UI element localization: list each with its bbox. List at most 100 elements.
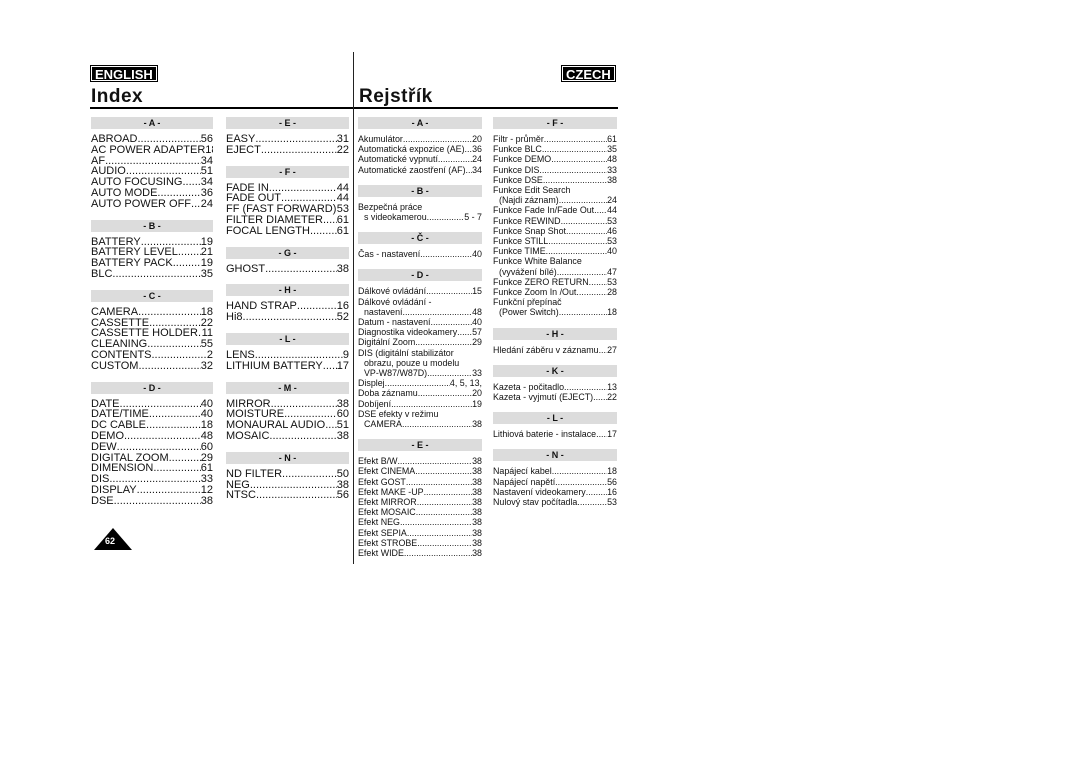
entry-label: Funkce DIS bbox=[493, 164, 540, 175]
entry-label: Funkce Fade In/Fade Out bbox=[493, 205, 595, 216]
entry-label: FILTER DIAMETER bbox=[226, 214, 323, 226]
index-section: - L - Lithiová baterie - instalace 17 bbox=[493, 412, 617, 439]
entry-page: 17 bbox=[607, 429, 617, 440]
entry-page: 56 bbox=[200, 134, 213, 145]
entry-label: Funkce Zoom In /Out bbox=[493, 287, 577, 298]
dot-leader bbox=[466, 165, 473, 175]
entry-page: 38 bbox=[472, 476, 482, 487]
entry-label: DEW bbox=[91, 441, 117, 453]
index-entry: Akumulátor 20 bbox=[358, 134, 482, 144]
dot-leader bbox=[566, 226, 607, 236]
index-section: - K -Kazeta - počitadlo13Kazeta - vyjmut… bbox=[493, 364, 617, 402]
entry-page: 40 bbox=[200, 409, 213, 421]
entry-page: 50 bbox=[336, 468, 349, 480]
index-entry: Displej 4, 5, 13, bbox=[358, 378, 482, 388]
section-letter-header: - B - bbox=[358, 184, 482, 197]
index-entry: MONAURAL AUDIO 51 bbox=[226, 420, 349, 431]
index-entry: BATTERY 19 bbox=[91, 237, 213, 248]
page-number-badge: 62 bbox=[94, 528, 132, 550]
index-entry: DIGITAL ZOOM 29 bbox=[91, 453, 213, 464]
index-entry: Diagnostika videokamery 57 bbox=[358, 327, 482, 337]
czech-index-title: Rejstřík bbox=[359, 86, 433, 107]
dot-leader bbox=[596, 429, 607, 439]
entry-page: 18 bbox=[607, 466, 617, 477]
entry-label: AC POWER ADAPTER bbox=[91, 144, 206, 156]
index-entry: ABROAD 56 bbox=[91, 134, 213, 145]
entry-page: 38 bbox=[472, 466, 482, 477]
entry-page: 38 bbox=[607, 174, 617, 185]
entry-page: 38 bbox=[472, 527, 482, 538]
entry-page: 53 bbox=[607, 236, 617, 247]
entry-label: Funkce ZERO RETURN bbox=[493, 276, 589, 287]
index-entry: FADE OUT 44 bbox=[226, 193, 349, 204]
dot-leader bbox=[397, 456, 472, 466]
entry-label: CAMERA bbox=[91, 306, 139, 318]
index-entry: EASY 31 bbox=[226, 134, 349, 145]
entry-page: 31 bbox=[336, 134, 349, 145]
entry-label: DIGITAL ZOOM bbox=[91, 452, 169, 464]
entry-label: MONAURAL AUDIO bbox=[226, 420, 326, 431]
index-entry: CASSETTE 22 bbox=[91, 318, 213, 329]
entry-label: DSE bbox=[91, 495, 114, 507]
entry-label: Hi8 bbox=[226, 312, 243, 323]
index-section: - G - GHOST 38 bbox=[226, 246, 349, 275]
index-entry: AUDIO 51 bbox=[91, 166, 213, 177]
entry-sublabel: s videokamerou bbox=[364, 212, 427, 223]
index-entry: Kazeta - vyjmutí (EJECT) 22 bbox=[493, 392, 617, 402]
entry-page: 61 bbox=[607, 134, 617, 144]
index-entry: Napájecí napětí 56 bbox=[493, 477, 617, 487]
dot-leader bbox=[281, 193, 337, 204]
entry-label: DC CABLE bbox=[91, 420, 147, 431]
entry-page: 61 bbox=[336, 225, 349, 237]
entry-page: 38 bbox=[472, 548, 482, 559]
entry-page: 47 bbox=[607, 266, 617, 277]
dot-leader bbox=[261, 145, 337, 156]
entry-page: 38 bbox=[472, 419, 482, 430]
dot-leader bbox=[427, 368, 472, 378]
entry-label: Napájecí napětí bbox=[493, 476, 556, 487]
entry-page: 40 bbox=[472, 317, 482, 328]
dot-leader bbox=[153, 463, 200, 474]
index-entry: DATE/TIME 40 bbox=[91, 409, 213, 420]
index-entry: DATE 40 bbox=[91, 399, 213, 410]
index-entry: Filtr - průměr 61 bbox=[493, 134, 617, 144]
entry-sublabel: nastavení bbox=[364, 306, 403, 317]
entry-page: 19 bbox=[472, 398, 482, 409]
dot-leader bbox=[126, 166, 201, 177]
dot-leader bbox=[323, 361, 337, 372]
index-column-1: - A -ABROAD56AC POWER ADAPTER18AF34AUDIO… bbox=[91, 117, 213, 517]
entry-label: MIRROR bbox=[226, 398, 271, 410]
entry-page: 51 bbox=[200, 166, 213, 178]
entry-label: FF (FAST FORWARD) bbox=[226, 204, 337, 215]
entry-page: 51 bbox=[336, 420, 349, 431]
index-entry: NEG 38 bbox=[226, 480, 349, 491]
entry-label: Kazeta - počitadlo bbox=[493, 381, 565, 392]
index-entry: Efekt MOSAIC 38 bbox=[358, 507, 482, 517]
dot-leader bbox=[539, 165, 607, 175]
entry-page: 16 bbox=[607, 486, 617, 497]
index-entry: MIRROR 38 bbox=[226, 399, 349, 410]
index-entry: FADE IN 44 bbox=[226, 183, 349, 194]
entry-label: Funkce Snap Shot bbox=[493, 225, 567, 236]
dot-leader bbox=[191, 199, 201, 210]
entry-label: Efekt NEG bbox=[358, 517, 400, 528]
index-entry: AUTO POWER OFF 24 bbox=[91, 199, 213, 210]
entry-label: HAND STRAP bbox=[226, 301, 297, 313]
section-letter-header: - E - bbox=[358, 439, 482, 452]
entry-label: GHOST bbox=[226, 263, 266, 275]
entry-label: DISPLAY bbox=[91, 484, 137, 496]
dot-leader bbox=[599, 345, 608, 355]
index-section: - E - EASY 31 EJECT 22 bbox=[226, 117, 349, 156]
index-entry: FOCAL LENGTH 61 bbox=[226, 226, 349, 237]
index-entry: Nastavení videokamery 16 bbox=[493, 487, 617, 497]
index-entry-label-line: Funkční přepínač bbox=[493, 297, 617, 307]
entry-page: 21 bbox=[200, 247, 213, 259]
dot-leader bbox=[424, 487, 473, 497]
dot-leader bbox=[457, 327, 472, 337]
index-entry: DC CABLE 18 bbox=[91, 420, 213, 431]
entry-page: 22 bbox=[607, 392, 617, 403]
entry-page: 61 bbox=[336, 214, 349, 226]
entry-label: Efekt WIDE bbox=[358, 548, 404, 559]
index-entry: DEW 60 bbox=[91, 442, 213, 453]
entry-label: NTSC bbox=[226, 490, 256, 502]
